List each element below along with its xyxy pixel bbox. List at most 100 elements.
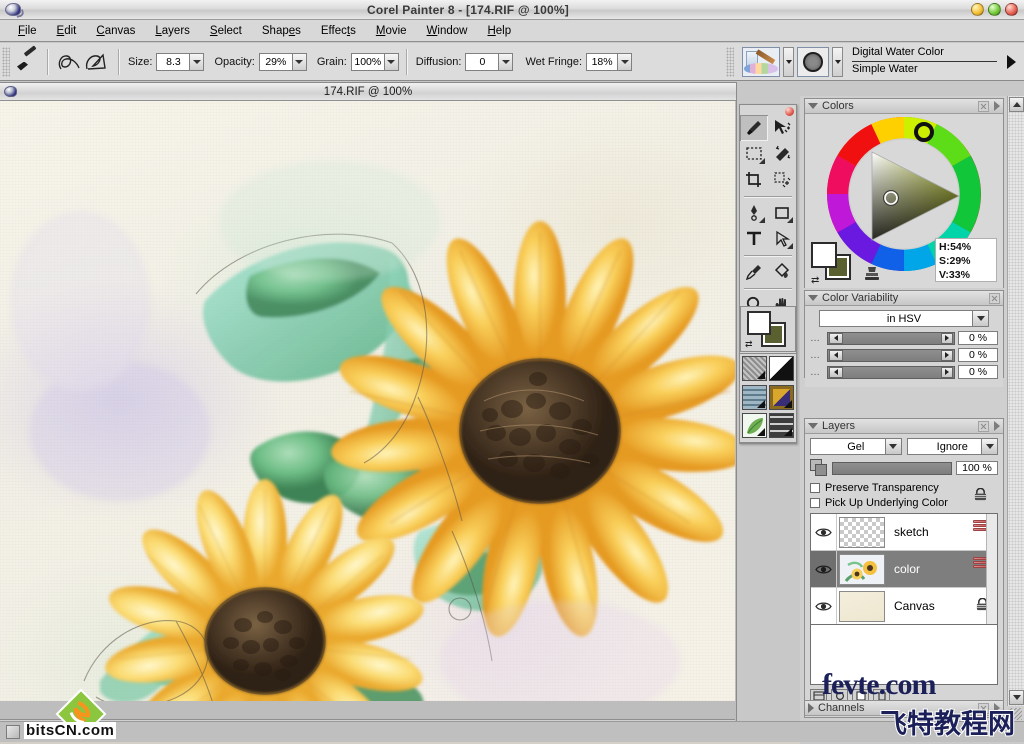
layer-row-canvas[interactable]: Canvas	[811, 588, 997, 625]
layer-opacity-value[interactable]: 100 %	[956, 461, 998, 475]
grain-dropdown-button[interactable]	[384, 53, 399, 71]
menu-shapes[interactable]: Shapes	[252, 23, 311, 39]
layers-list[interactable]: sketch	[810, 513, 998, 625]
channels-panel[interactable]: Channels	[804, 700, 1004, 718]
layer-visibility-toggle[interactable]	[811, 551, 837, 587]
rectangular-selection-tool[interactable]	[740, 141, 768, 167]
swap-colors-icon[interactable]: ⇄	[745, 339, 753, 350]
lock-icon[interactable]	[973, 488, 988, 501]
chevron-down-icon[interactable]	[981, 439, 997, 454]
menu-movie[interactable]: Movie	[366, 23, 417, 39]
weave-selector[interactable]	[769, 385, 794, 410]
chevron-down-icon[interactable]	[885, 439, 901, 454]
opacity-dropdown-button[interactable]	[292, 53, 307, 71]
close-button[interactable]	[1005, 3, 1018, 16]
layer-row-color[interactable]: color	[811, 551, 997, 588]
collapse-triangle-icon[interactable]	[808, 295, 818, 301]
primary-color-swatch[interactable]	[747, 311, 771, 335]
grain-input[interactable]: 100%	[351, 53, 385, 71]
propertybar-expand-arrow[interactable]	[1007, 55, 1016, 69]
collapse-triangle-icon[interactable]	[808, 103, 818, 109]
menu-window[interactable]: Window	[417, 23, 478, 39]
color-variability-close-icon[interactable]	[989, 293, 1000, 304]
gradient-selector[interactable]	[769, 356, 794, 381]
layer-opacity-slider[interactable]	[832, 462, 952, 475]
rectangular-shape-tool[interactable]	[768, 200, 796, 226]
channels-panel-close-icon[interactable]	[978, 703, 989, 714]
menu-select[interactable]: Select	[200, 23, 252, 39]
collapse-triangle-icon[interactable]	[808, 423, 818, 429]
size-dropdown-button[interactable]	[189, 53, 204, 71]
layer-adjuster-tool[interactable]	[768, 115, 796, 141]
nozzle-selector[interactable]	[742, 413, 767, 438]
variability-mode-select[interactable]: in HSV	[819, 310, 989, 327]
layers-panel-close-icon[interactable]	[978, 421, 989, 432]
swap-colors-icon[interactable]: ⇄	[811, 275, 819, 286]
saturation-variability-slider[interactable]	[827, 349, 955, 362]
hue-variability-slider[interactable]	[827, 332, 955, 345]
brush-tool[interactable]	[740, 115, 768, 141]
diffusion-input[interactable]: 0	[465, 53, 499, 71]
opacity-input[interactable]: 29%	[259, 53, 293, 71]
paper-selector[interactable]	[742, 356, 767, 381]
eye-icon[interactable]	[815, 527, 832, 538]
chevron-down-icon[interactable]	[972, 311, 988, 326]
canvas[interactable]	[0, 101, 735, 701]
saturation-variability-value[interactable]: 0 %	[958, 348, 998, 362]
dock-scroll-up-button[interactable]	[1009, 97, 1024, 112]
looks-selector[interactable]	[769, 413, 794, 438]
layers-panel-menu-icon[interactable]	[994, 421, 1000, 431]
color-variability-header[interactable]: Color Variability	[805, 291, 1003, 306]
pick-up-underlying-color-row[interactable]: Pick Up Underlying Color	[810, 495, 998, 510]
menu-effects[interactable]: Effects	[311, 23, 366, 39]
channels-panel-header[interactable]: Channels	[805, 701, 1003, 716]
layers-list-scrollbar[interactable]	[986, 514, 997, 624]
brushselector-gripper[interactable]	[726, 47, 734, 77]
menu-help[interactable]: Help	[477, 23, 521, 39]
primary-color-swatch[interactable]	[811, 242, 837, 268]
eye-icon[interactable]	[815, 564, 832, 575]
color-wheel-area[interactable]: ⇄ H:54% S:29% V:33%	[805, 114, 1003, 288]
diffusion-dropdown-button[interactable]	[498, 53, 513, 71]
propertybar-gripper[interactable]	[2, 47, 10, 77]
color-swatches[interactable]: ⇄	[811, 240, 859, 284]
eye-icon[interactable]	[815, 601, 832, 612]
menu-file[interactable]: File	[8, 23, 47, 39]
menu-layers[interactable]: Layers	[145, 23, 200, 39]
value-variability-slider[interactable]	[827, 366, 955, 379]
expand-triangle-icon[interactable]	[808, 703, 814, 713]
pick-up-underlying-color-checkbox[interactable]	[810, 498, 820, 508]
maximize-button[interactable]	[988, 3, 1001, 16]
tray-icon[interactable]	[6, 725, 20, 739]
composite-depth-select[interactable]: Ignore	[907, 438, 999, 455]
layers-panel-header[interactable]: Layers	[805, 419, 1003, 434]
layer-visibility-toggle[interactable]	[811, 588, 837, 624]
paint-bucket-tool[interactable]	[768, 259, 796, 285]
brush-variant-dropdown[interactable]	[832, 47, 843, 77]
selection-adjuster-tool[interactable]	[768, 167, 796, 193]
channels-panel-menu-icon[interactable]	[994, 703, 1000, 713]
layer-visibility-toggle[interactable]	[811, 514, 837, 550]
brush-category-dropdown[interactable]	[783, 47, 794, 77]
rubber-stamp-icon[interactable]	[863, 264, 881, 282]
magic-wand-tool[interactable]	[768, 141, 796, 167]
pen-tool[interactable]	[740, 200, 768, 226]
value-variability-value[interactable]: 0 %	[958, 365, 998, 379]
brush-variant-icon[interactable]	[797, 47, 829, 77]
preserve-transparency-row[interactable]: Preserve Transparency	[810, 480, 998, 495]
brush-category-icon[interactable]	[742, 47, 780, 77]
wet-fringe-dropdown-button[interactable]	[617, 53, 632, 71]
size-input[interactable]: 8.3	[156, 53, 190, 71]
menu-canvas[interactable]: Canvas	[86, 23, 145, 39]
menu-edit[interactable]: Edit	[47, 23, 87, 39]
dropper-tool[interactable]	[740, 259, 768, 285]
dock-scrollbar[interactable]	[1007, 96, 1024, 706]
text-tool[interactable]	[740, 226, 768, 252]
composite-method-select[interactable]: Gel	[810, 438, 902, 455]
colors-panel-menu-icon[interactable]	[994, 101, 1000, 111]
shape-selection-tool[interactable]	[768, 226, 796, 252]
minimize-button[interactable]	[971, 3, 984, 16]
color-squares[interactable]: ⇄	[740, 306, 796, 352]
wet-fringe-input[interactable]: 18%	[586, 53, 618, 71]
dock-scroll-down-button[interactable]	[1009, 690, 1024, 705]
